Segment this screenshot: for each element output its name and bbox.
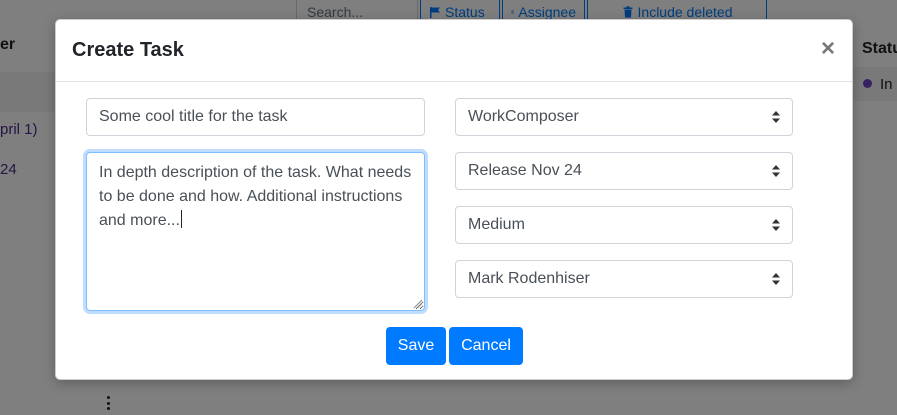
- modal-title: Create Task: [72, 39, 184, 61]
- assignee-select-value: Mark Rodenhiser: [468, 270, 590, 287]
- priority-select-value: Medium: [468, 216, 525, 233]
- modal-header: Create Task ×: [56, 20, 852, 82]
- resize-grip-icon[interactable]: [413, 299, 422, 308]
- save-button[interactable]: Save: [386, 327, 446, 365]
- priority-select[interactable]: Medium: [455, 206, 793, 244]
- release-select-value: Release Nov 24: [468, 162, 582, 179]
- project-select-value: WorkComposer: [468, 108, 579, 125]
- select-arrows-icon: [772, 273, 780, 285]
- release-select[interactable]: Release Nov 24: [455, 152, 793, 190]
- assignee-select[interactable]: Mark Rodenhiser: [455, 260, 793, 298]
- cancel-button[interactable]: Cancel: [449, 327, 523, 365]
- task-title-input[interactable]: Some cool title for the task: [86, 98, 425, 136]
- select-arrows-icon: [772, 219, 780, 231]
- create-task-modal: Create Task × Some cool title for the ta…: [55, 19, 853, 380]
- description-text: In depth description of the task. What n…: [99, 164, 412, 229]
- select-arrows-icon: [772, 165, 780, 177]
- select-arrows-icon: [772, 111, 780, 123]
- project-select[interactable]: WorkComposer: [455, 98, 793, 136]
- close-icon[interactable]: ×: [818, 37, 838, 61]
- task-description-textarea[interactable]: In depth description of the task. What n…: [86, 152, 425, 311]
- text-caret: [180, 210, 182, 228]
